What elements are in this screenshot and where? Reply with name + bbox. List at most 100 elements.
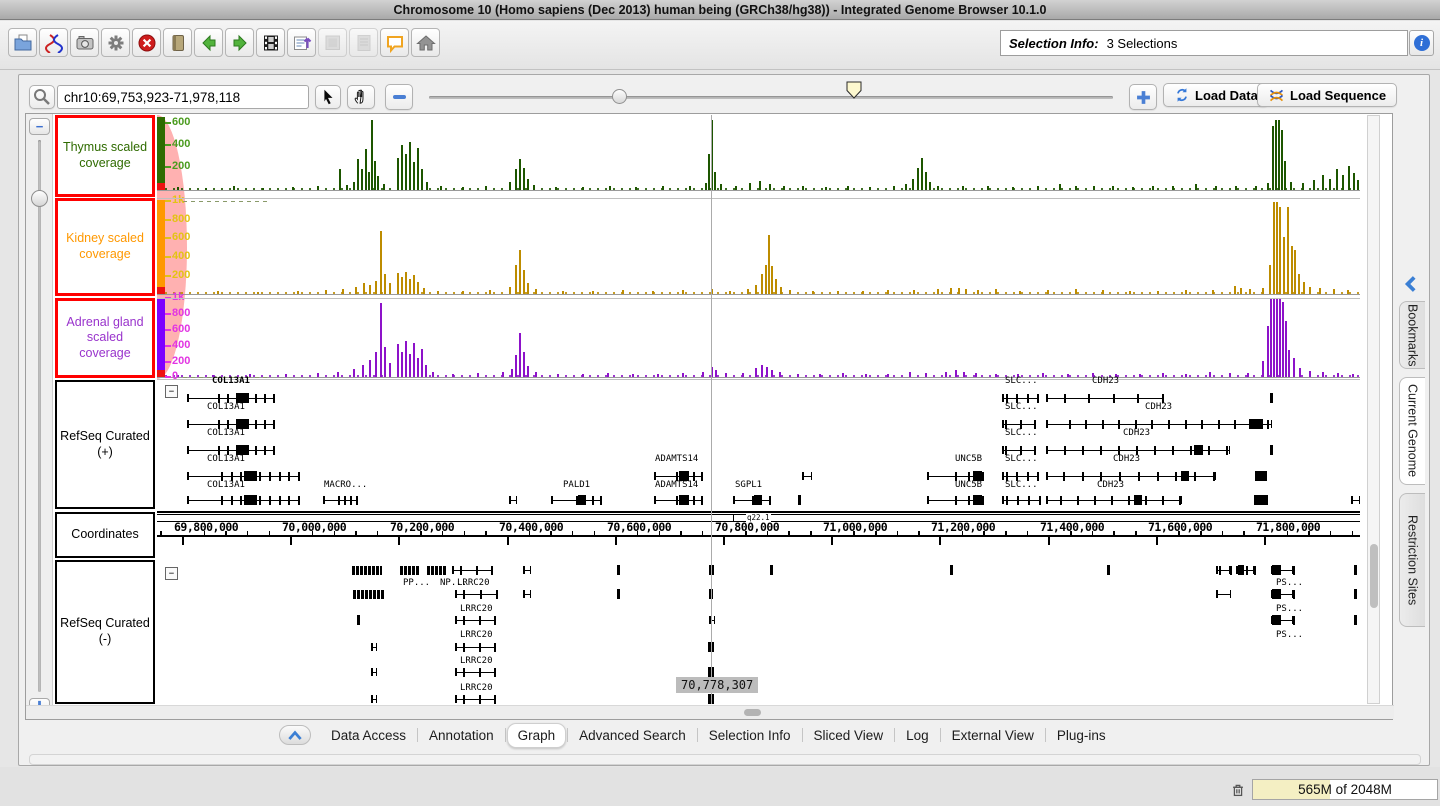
export-image-button[interactable]: [287, 28, 316, 57]
zoom-in-button[interactable]: [1129, 84, 1157, 110]
selection-info-button[interactable]: i: [1409, 30, 1434, 56]
expand-bottom-panel-button[interactable]: [279, 725, 311, 745]
gene-model-minus[interactable]: [1216, 565, 1230, 575]
zoom-slider-thumb[interactable]: [612, 89, 627, 104]
gene-model-minus[interactable]: [1216, 589, 1231, 599]
gene-exon-mark[interactable]: [1270, 393, 1273, 403]
vertical-zoom-thumb[interactable]: [31, 190, 48, 207]
bottom-tab-sliced-view[interactable]: Sliced View: [804, 724, 894, 747]
gene-model-plus[interactable]: [1046, 471, 1216, 481]
bottom-tab-log[interactable]: Log: [896, 724, 939, 747]
vertical-scrollbar[interactable]: [1367, 115, 1380, 704]
home-button[interactable]: [411, 28, 440, 57]
gene-exon-mark[interactable]: [950, 565, 953, 575]
track-collapse-button[interactable]: −: [165, 567, 178, 580]
gene-model-minus[interactable]: [452, 565, 492, 575]
gene-dense-cluster[interactable]: [353, 590, 385, 599]
gene-cds-block[interactable]: [1254, 495, 1268, 505]
open-file-button[interactable]: [8, 28, 37, 57]
vertical-zoom-out-button[interactable]: −: [29, 118, 50, 135]
load-sequence-button[interactable]: Load Sequence: [1257, 83, 1397, 107]
bottom-tab-selection-info[interactable]: Selection Info: [699, 724, 801, 747]
gene-model-plus[interactable]: [1046, 419, 1272, 429]
bottom-tab-advanced-search[interactable]: Advanced Search: [569, 724, 696, 747]
pan-tool-button[interactable]: [347, 85, 375, 109]
bottom-tab-plug-ins[interactable]: Plug-ins: [1047, 724, 1116, 747]
gene-model-minus[interactable]: [371, 694, 377, 704]
gene-model-minus[interactable]: [455, 642, 495, 652]
gene-model-plus[interactable]: [1002, 495, 1040, 505]
track-label-kidney-scaled-coverage[interactable]: Kidney scaled coverage: [55, 198, 155, 296]
gene-model-minus[interactable]: [455, 589, 497, 599]
gene-model-plus[interactable]: [733, 495, 770, 505]
track-graph-area[interactable]: 6004002001k8006004002001k8006004002000CO…: [157, 115, 1360, 704]
search-mode-button[interactable]: [29, 85, 55, 109]
gene-model-plus[interactable]: [551, 495, 601, 505]
position-marker-icon[interactable]: [846, 81, 863, 100]
gene-exon-mark[interactable]: [1354, 589, 1357, 599]
screenshot-button[interactable]: [70, 28, 99, 57]
gene-dense-cluster[interactable]: [400, 566, 420, 575]
gene-exon-mark[interactable]: [1354, 615, 1357, 625]
side-tab-restriction-sites[interactable]: Restriction Sites: [1399, 493, 1425, 627]
dna-helix-button[interactable]: [39, 28, 68, 57]
stop-button[interactable]: [132, 28, 161, 57]
track-label-refseq-curated-[interactable]: RefSeq Curated (-): [55, 560, 155, 704]
gene-exon-mark[interactable]: [617, 589, 620, 599]
zoom-out-button[interactable]: [385, 84, 413, 110]
gene-model-minus[interactable]: [455, 667, 495, 677]
gene-model-plus[interactable]: [927, 495, 983, 505]
location-input[interactable]: chr10:69,753,923-71,978,118: [57, 85, 309, 109]
back-button[interactable]: [194, 28, 223, 57]
preferences-button[interactable]: [101, 28, 130, 57]
web-links-button[interactable]: [163, 28, 192, 57]
gene-exon-mark[interactable]: [770, 565, 773, 575]
bottom-tab-external-view[interactable]: External View: [942, 724, 1044, 747]
gene-exon-mark[interactable]: [1270, 445, 1273, 455]
collapsed-bottom-panel[interactable]: [29, 754, 1421, 765]
gene-dense-cluster[interactable]: [352, 566, 382, 575]
track-label-coordinates[interactable]: Coordinates: [55, 512, 155, 558]
vertical-zoom-slider[interactable]: [38, 140, 41, 692]
side-tab-bookmarks[interactable]: Bookmarks: [1399, 301, 1425, 369]
gene-model-minus[interactable]: [523, 589, 531, 599]
gene-exon-mark[interactable]: [617, 565, 620, 575]
load-data-button[interactable]: Load Data: [1163, 83, 1269, 107]
gene-exon-mark[interactable]: [1354, 565, 1357, 575]
feedback-button[interactable]: [380, 28, 409, 57]
gene-model-minus[interactable]: [371, 667, 377, 677]
gene-cds-block[interactable]: [1255, 471, 1267, 481]
gene-exon-mark[interactable]: [1107, 565, 1110, 575]
splitter-handle[interactable]: [744, 709, 761, 716]
collapse-side-panel-button[interactable]: [1401, 273, 1423, 300]
gene-dense-cluster[interactable]: [427, 566, 447, 575]
gene-model-minus[interactable]: [455, 694, 495, 704]
zoom-slider[interactable]: [429, 96, 1113, 99]
track-label-refseq-curated-[interactable]: RefSeq Curated (+): [55, 380, 155, 509]
gene-model-minus[interactable]: [1271, 615, 1293, 625]
gene-model-plus[interactable]: [509, 495, 517, 505]
side-tab-current-genome[interactable]: Current Genome: [1399, 377, 1425, 485]
vertical-scrollbar-thumb[interactable]: [1370, 544, 1378, 608]
gene-model-plus[interactable]: [654, 495, 702, 505]
garbage-collect-button[interactable]: [1227, 779, 1249, 800]
gene-model-plus[interactable]: [1351, 495, 1360, 505]
track-label-adrenal-gland-scaled-coverage[interactable]: Adrenal gland scaled coverage: [55, 298, 155, 378]
track-label-thymus-scaled-coverage[interactable]: Thymus scaled coverage: [55, 115, 155, 197]
gene-model-plus[interactable]: [1046, 495, 1182, 505]
gene-model-minus[interactable]: [1236, 565, 1254, 575]
select-tool-button[interactable]: [315, 85, 341, 109]
gene-model-minus[interactable]: [1271, 589, 1293, 599]
gene-model-minus[interactable]: [1271, 565, 1293, 575]
gene-model-plus[interactable]: [187, 495, 300, 505]
track-collapse-button[interactable]: −: [165, 385, 178, 398]
slideshow-button[interactable]: [256, 28, 285, 57]
gene-model-minus[interactable]: [455, 615, 495, 625]
bottom-tab-data-access[interactable]: Data Access: [321, 724, 416, 747]
gene-model-minus[interactable]: [523, 565, 531, 575]
gene-model-plus[interactable]: [323, 495, 357, 505]
gene-model-plus[interactable]: [802, 471, 812, 481]
gene-exon-mark[interactable]: [798, 495, 801, 505]
bottom-tab-graph[interactable]: Graph: [507, 723, 567, 748]
gene-exon-mark[interactable]: [357, 615, 360, 625]
